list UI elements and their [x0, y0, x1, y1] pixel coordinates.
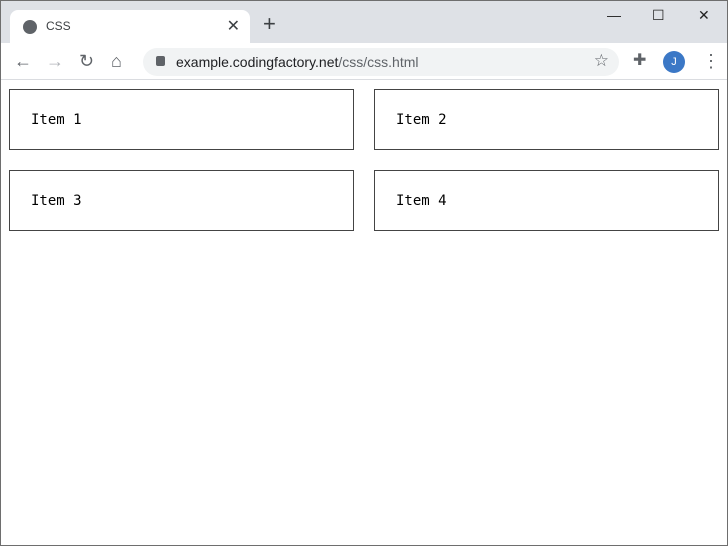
maximize-button[interactable]: ☐	[652, 7, 665, 24]
tab-title: CSS	[46, 19, 71, 33]
globe-icon	[23, 20, 37, 34]
reload-icon[interactable]: ↻	[79, 51, 94, 71]
avatar[interactable]: J	[663, 51, 685, 73]
address-bar[interactable]: example.codingfactory.net/css/css.html ☆	[143, 48, 619, 76]
title-bar: CSS ✕ + — ☐ ✕	[1, 1, 727, 44]
bookmark-star-icon[interactable]: ☆	[594, 51, 609, 71]
url-path: /css/css.html	[338, 54, 419, 70]
url-text: example.codingfactory.net/css/css.html	[176, 54, 419, 70]
item-box: Item 4	[374, 170, 719, 231]
minimize-button[interactable]: —	[607, 7, 621, 23]
forward-icon[interactable]: →	[46, 51, 64, 71]
close-tab-icon[interactable]: ✕	[227, 16, 240, 36]
menu-icon[interactable]: ⋮	[702, 51, 720, 71]
item-box: Item 2	[374, 89, 719, 150]
new-tab-button[interactable]: +	[263, 13, 276, 35]
lock-icon	[156, 56, 165, 66]
home-icon[interactable]: ⌂	[111, 51, 122, 71]
back-icon[interactable]: ←	[14, 51, 32, 71]
close-window-button[interactable]: ✕	[698, 7, 710, 24]
extensions-icon[interactable]: ✚	[633, 51, 646, 71]
item-box: Item 3	[9, 170, 354, 231]
item-box: Item 1	[9, 89, 354, 150]
url-host: example.codingfactory.net	[176, 54, 339, 70]
browser-tab[interactable]: CSS ✕	[10, 10, 250, 44]
toolbar: ← → ↻ ⌂ example.codingfactory.net/css/cs…	[1, 43, 727, 80]
